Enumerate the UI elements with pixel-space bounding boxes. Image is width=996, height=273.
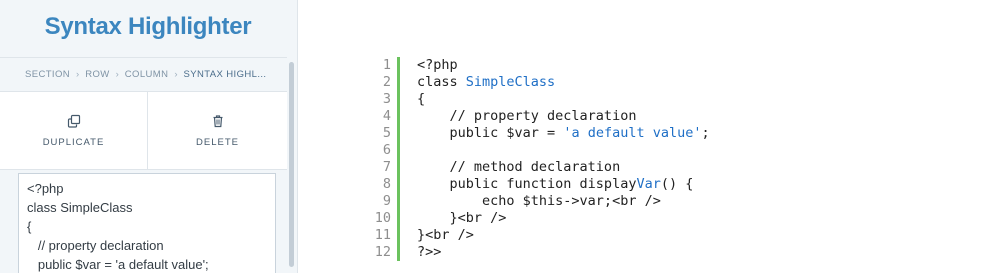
duplicate-button[interactable]: DUPLICATE — [0, 92, 148, 169]
code-token: public function display — [417, 176, 637, 192]
code-token: 'a default value' — [563, 125, 702, 141]
code-line: <?php — [417, 57, 710, 74]
delete-button[interactable]: DELETE — [148, 92, 287, 169]
line-number: 5 — [382, 125, 391, 141]
chevron-right-icon: › — [76, 69, 80, 80]
line-number: 7 — [382, 159, 391, 175]
panel-title: Syntax Highlighter — [44, 13, 252, 40]
code-line: }<br /> — [417, 210, 710, 227]
code-editor-textarea[interactable]: <?php class SimpleClass { // property de… — [18, 173, 276, 273]
code-block: <?php class SimpleClass{ // property decl… — [417, 57, 710, 261]
breadcrumb-section[interactable]: SECTION — [25, 69, 70, 80]
code-line: public $var = 'a default value'; — [417, 125, 710, 142]
code-preview: 1 2 3 4 5 6 7 8 9 10 11 12 <?php class SimpleClass{ … — [366, 57, 966, 261]
scrollbar-thumb[interactable] — [289, 62, 294, 267]
code-token: class — [417, 74, 466, 90]
code-line: // method declaration — [417, 159, 710, 176]
gutter-divider — [397, 57, 400, 261]
duplicate-label: DUPLICATE — [42, 137, 105, 148]
settings-panel: Syntax Highlighter SECTION › ROW › COLUMN › SY… — [0, 0, 298, 273]
code-line: }<br /> — [417, 227, 710, 244]
line-number: 8 — [382, 176, 391, 192]
code-token: // method declaration — [417, 159, 621, 175]
line-number: 12 — [374, 244, 391, 260]
code-token: <?php — [417, 57, 458, 73]
code-line: // property declaration — [417, 108, 710, 125]
chevron-right-icon: › — [115, 69, 119, 80]
breadcrumb-column[interactable]: COLUMN — [125, 69, 169, 80]
code-token: SimpleClass — [465, 74, 556, 90]
action-bar: DUPLICATE DELETE — [0, 92, 287, 170]
code-token: // property declaration — [417, 108, 637, 124]
code-token: ; — [701, 125, 710, 141]
duplicate-icon — [67, 114, 80, 128]
line-number: 4 — [382, 108, 391, 124]
code-token: }<br /> — [417, 210, 507, 226]
code-line: public function displayVar() { — [417, 176, 710, 193]
code-token: () { — [660, 176, 694, 192]
code-line: class SimpleClass — [417, 74, 710, 91]
line-number: 9 — [382, 193, 391, 209]
code-token: ?>> — [417, 244, 442, 260]
code-token: }<br /> — [417, 227, 474, 243]
line-number: 1 — [382, 57, 391, 73]
code-token: public $var = — [417, 125, 564, 141]
code-line: { — [417, 91, 710, 108]
code-token: { — [417, 91, 426, 107]
chevron-right-icon: › — [174, 69, 178, 80]
code-line: ?>> — [417, 244, 710, 261]
delete-label: DELETE — [196, 137, 239, 148]
breadcrumb-row[interactable]: ROW — [85, 69, 109, 80]
line-number: 3 — [382, 91, 391, 107]
line-number: 2 — [382, 74, 391, 90]
code-token: Var — [636, 176, 661, 192]
code-line: echo $this->var;<br /> — [417, 193, 710, 210]
line-number: 11 — [374, 227, 391, 243]
breadcrumb-current: SYNTAX HIGHL... — [183, 69, 267, 80]
code-token: echo $this->var;<br /> — [417, 193, 661, 209]
breadcrumb: SECTION › ROW › COLUMN › SYNTAX HIGHL... — [0, 57, 287, 92]
page: Syntax Highlighter SECTION › ROW › COLUMN › SY… — [0, 0, 996, 273]
trash-icon — [213, 115, 222, 128]
line-number: 10 — [374, 210, 391, 226]
line-number: 6 — [382, 142, 391, 158]
line-number-gutter: 1 2 3 4 5 6 7 8 9 10 11 12 — [366, 57, 391, 261]
